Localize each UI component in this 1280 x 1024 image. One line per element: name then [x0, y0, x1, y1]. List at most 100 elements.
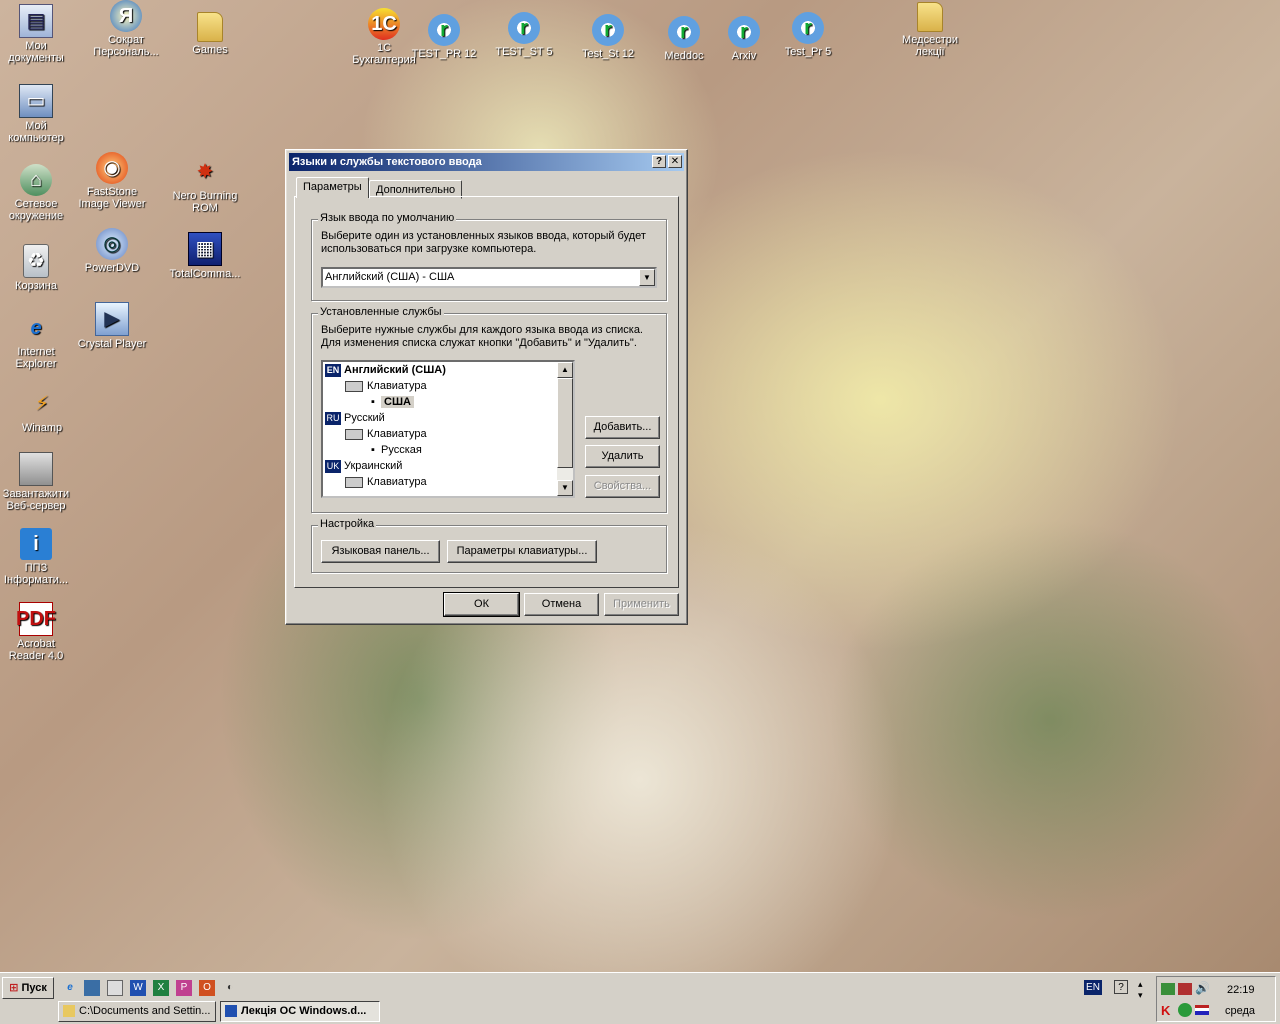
desktop-icon-test-pr-5[interactable]: r Test_Pr 5	[768, 12, 848, 58]
task-word-document[interactable]: Лекція ОС Windows.d...	[220, 1001, 380, 1022]
default-language-select[interactable]: Английский (США) - США ▼	[321, 267, 657, 288]
language-indicator[interactable]: EN	[1084, 980, 1102, 995]
icon-label: Мои документы	[8, 40, 64, 64]
desktop-icon-faststone[interactable]: ◉ FastStone Image Viewer	[72, 152, 152, 210]
tab-parameters[interactable]: Параметры	[296, 177, 369, 198]
quicklaunch-word-icon[interactable]: W	[130, 980, 146, 996]
tray-printer-icon[interactable]	[1178, 983, 1192, 995]
tray-network-icon[interactable]	[1161, 983, 1175, 995]
language-menu-icon[interactable]: ▴ ▾	[1138, 979, 1143, 1001]
tree-layout-label: США	[381, 396, 414, 408]
server-icon	[19, 452, 53, 486]
info-icon: i	[20, 528, 52, 560]
scroll-thumb[interactable]	[557, 378, 573, 468]
apply-button[interactable]: Применить	[604, 593, 679, 616]
tree-layout-label: Русская	[381, 444, 422, 456]
tree-group-uk-keyboard[interactable]: Клавиатура	[345, 475, 427, 490]
tray-antivirus-icon[interactable]: K	[1161, 1003, 1170, 1018]
desktop-icon-ie[interactable]: e Internet Explorer	[0, 312, 76, 370]
desktop-icon-medsestry[interactable]: Медсестри лекції	[890, 2, 970, 58]
icon-label: Crystal Player	[77, 338, 147, 350]
ok-button[interactable]: ОК	[443, 592, 520, 617]
properties-button[interactable]: Свойства...	[585, 475, 660, 498]
tray-volume-icon[interactable]: 🔊	[1195, 981, 1210, 995]
tree-layout-us[interactable]: ▪ США	[371, 395, 414, 410]
acrobat-icon: PDF	[16, 602, 56, 636]
dialog-titlebar[interactable]: Языки и службы текстового ввода ? ✕	[289, 153, 684, 171]
services-tree[interactable]: EN Английский (США) Клавиатура ▪ США RU Ру…	[321, 360, 575, 498]
tree-scrollbar[interactable]: ▲ ▼	[557, 362, 573, 496]
quicklaunch-ie-icon[interactable]: e	[62, 980, 78, 996]
scroll-down-icon[interactable]: ▼	[557, 480, 573, 496]
desktop-icon-test-st-12[interactable]: r Test_St 12	[568, 14, 648, 60]
lang-badge-icon: UK	[325, 459, 341, 473]
help-button[interactable]: ?	[652, 155, 666, 168]
tree-group-ru-keyboard[interactable]: Клавиатура	[345, 427, 427, 442]
cancel-button[interactable]: Отмена	[524, 593, 599, 616]
windows-logo-icon: ⊞	[9, 982, 19, 994]
icon-label: Acrobat Reader 4.0	[8, 638, 64, 662]
tree-lang-label: Украинский	[344, 460, 403, 472]
add-button[interactable]: Добавить...	[585, 416, 660, 439]
desktop-icon-winamp[interactable]: ⚡ Winamp	[2, 388, 82, 434]
clock-time[interactable]: 22:19	[1227, 984, 1255, 996]
icon-label: PowerDVD	[84, 262, 140, 274]
language-bar-button[interactable]: Языковая панель...	[321, 540, 440, 563]
close-button[interactable]: ✕	[668, 155, 682, 168]
quicklaunch-powerpoint-icon[interactable]: O	[199, 980, 215, 996]
keyboard-settings-button[interactable]: Параметры клавиатуры...	[447, 540, 597, 563]
icon-label: FastStone Image Viewer	[78, 186, 146, 210]
desktop-icon-my-documents[interactable]: ▤ Мои документы	[0, 4, 76, 64]
tree-lang-uk[interactable]: UK Украинский	[325, 459, 402, 474]
desktop-icon-nero[interactable]: ✸ Nero Burning ROM	[165, 156, 245, 214]
default-language-description: Выберите один из установленных языков вв…	[321, 230, 646, 255]
text-services-dialog: Языки и службы текстового ввода ? ✕ Пара…	[285, 149, 688, 625]
desktop-icon-ppz[interactable]: i ППЗ Інформати...	[0, 528, 76, 586]
tree-lang-ru[interactable]: RU Русский	[325, 411, 385, 426]
tree-group-label: Клавиатура	[367, 380, 427, 392]
desktop-icon-recycle-bin[interactable]: ♻ Корзина	[0, 244, 76, 292]
quicklaunch-paint-icon[interactable]: P	[176, 980, 192, 996]
quicklaunch-excel-icon[interactable]: X	[153, 980, 169, 996]
chevron-down-icon[interactable]: ▼	[639, 269, 655, 286]
start-button[interactable]: ⊞ Пуск	[2, 977, 54, 999]
desktop-icon-acrobat[interactable]: PDF Acrobat Reader 4.0	[0, 602, 76, 662]
desktop-icon-test-st-5[interactable]: r TEST_ST 5	[484, 12, 564, 58]
installed-services-description: Выберите нужные службы для каждого языка…	[321, 324, 643, 349]
desktop-icon-sokrat[interactable]: Я Сократ Персональ...	[86, 0, 166, 58]
desktop-icon-powerdvd[interactable]: ◎ PowerDVD	[72, 228, 152, 274]
clock-day[interactable]: среда	[1225, 1005, 1255, 1017]
icon-label: Games	[192, 44, 228, 56]
icon-label: Test_Pr 5	[784, 46, 832, 58]
crystal-player-icon: ▶	[95, 302, 129, 336]
quicklaunch-media-icon[interactable]: ◐	[222, 980, 238, 996]
desktop-icon-web-server[interactable]: Завантажити Веб-сервер	[0, 452, 76, 512]
desktop-icon-crystal[interactable]: ▶ Crystal Player	[72, 302, 152, 350]
tray-flag-icon[interactable]	[1195, 1005, 1209, 1015]
quicklaunch-desktop-icon[interactable]	[84, 980, 100, 996]
icon-label: TEST_ST 5	[495, 46, 553, 58]
tree-lang-en[interactable]: EN Английский (США)	[325, 363, 446, 378]
task-label: C:\Documents and Settin...	[79, 1005, 211, 1017]
tree-group-en-keyboard[interactable]: Клавиатура	[345, 379, 427, 394]
task-explorer[interactable]: C:\Documents and Settin...	[58, 1001, 216, 1022]
tree-layout-ru[interactable]: ▪ Русская	[371, 443, 422, 458]
icon-label: Завантажити Веб-сервер	[2, 488, 70, 512]
desktop-icon-my-computer[interactable]: ▭ Мой компьютер	[0, 84, 76, 144]
desktop-icon-network[interactable]: ⌂ Сетевое окружение	[0, 164, 76, 222]
folder-icon	[63, 1005, 75, 1017]
floppy-icon: ▦	[188, 232, 222, 266]
quicklaunch-calculator-icon[interactable]	[107, 980, 123, 996]
desktop-icon-games[interactable]: Games	[170, 12, 250, 56]
installed-services-group: Установленные службы Выберите нужные слу…	[311, 306, 667, 513]
desktop-icon-test-pr-12[interactable]: r TEST_PR 12	[404, 14, 484, 60]
group-legend: Настройка	[318, 518, 377, 530]
remove-button[interactable]: Удалить	[585, 445, 660, 468]
tree-group-label: Клавиатура	[367, 428, 427, 440]
network-icon: ⌂	[20, 164, 52, 196]
desktop-icon-totalcmd[interactable]: ▦ TotalComma...	[165, 232, 245, 280]
tray-update-icon[interactable]	[1178, 1003, 1192, 1017]
group-legend: Установленные службы	[318, 306, 444, 318]
help-icon[interactable]: ?	[1114, 980, 1128, 994]
scroll-up-icon[interactable]: ▲	[557, 362, 573, 378]
